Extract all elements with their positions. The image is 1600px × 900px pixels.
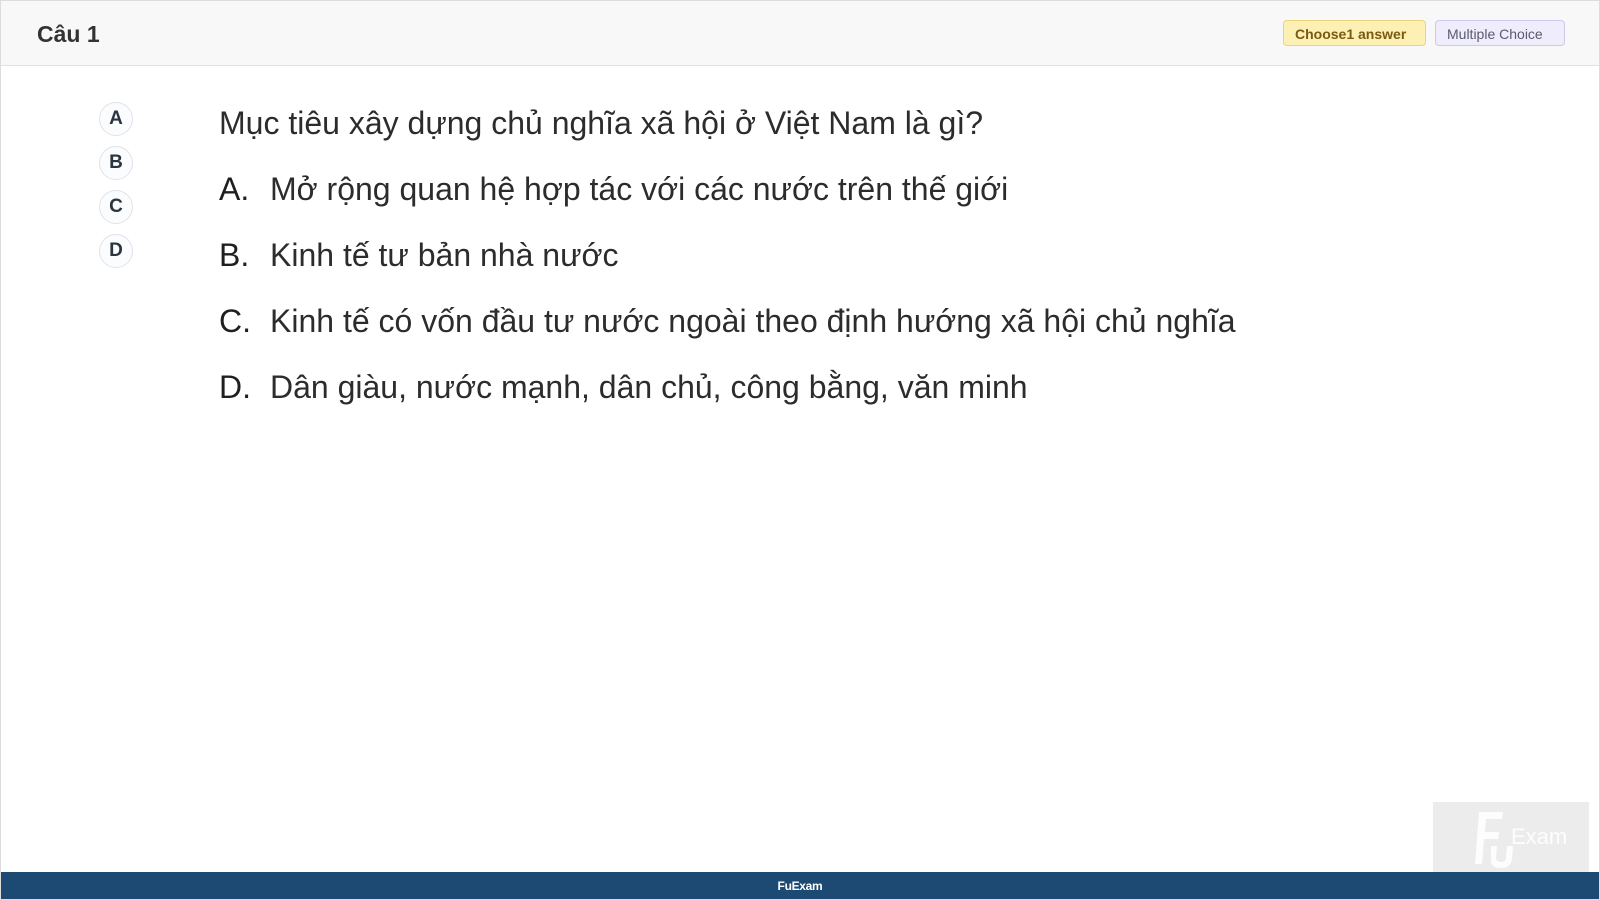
option-button-a[interactable]: A	[99, 102, 133, 136]
option-button-c[interactable]: C	[99, 190, 133, 224]
answer-letter: D.	[219, 369, 251, 405]
answer-text: Dân giàu, nước mạnh, dân chủ, công bằng,…	[270, 369, 1028, 405]
footer-brand: FuExam	[777, 878, 823, 893]
answer-selector: A B C D	[99, 102, 133, 278]
answer-option-c: C. Kinh tế có vốn đầu tư nước ngoài theo…	[219, 299, 1399, 365]
question-text: Mục tiêu xây dựng chủ nghĩa xã hội ở Việ…	[219, 105, 984, 141]
option-button-d[interactable]: D	[99, 234, 133, 268]
answer-text: Mở rộng quan hệ hợp tác với các nước trê…	[270, 171, 1009, 207]
watermark-text: Exam	[1511, 824, 1567, 849]
footer-bar: FuExam	[1, 872, 1599, 899]
answer-text: Kinh tế tư bản nhà nước	[270, 237, 619, 273]
choose-answer-badge: Choose1 answer	[1283, 20, 1426, 46]
option-button-b[interactable]: B	[99, 146, 133, 180]
fu-exam-logo-icon: Exam	[1433, 802, 1589, 872]
question-header: Câu 1 Choose1 answer Multiple Choice	[1, 1, 1599, 66]
answer-text: Kinh tế có vốn đầu tư nước ngoài theo đị…	[270, 303, 1236, 339]
answer-option-b: B. Kinh tế tư bản nhà nước	[219, 233, 1399, 299]
answer-option-d: D. Dân giàu, nước mạnh, dân chủ, công bằ…	[219, 365, 1399, 431]
answer-letter: A.	[219, 171, 250, 207]
question-type-badge: Multiple Choice	[1435, 20, 1565, 46]
question-content: Mục tiêu xây dựng chủ nghĩa xã hội ở Việ…	[219, 101, 1399, 431]
exam-window: Câu 1 Choose1 answer Multiple Choice A B…	[0, 0, 1600, 900]
question-number: Câu 1	[37, 21, 100, 47]
answer-letter: C.	[219, 303, 251, 339]
answer-option-a: A. Mở rộng quan hệ hợp tác với các nước …	[219, 167, 1399, 233]
answer-letter: B.	[219, 237, 250, 273]
